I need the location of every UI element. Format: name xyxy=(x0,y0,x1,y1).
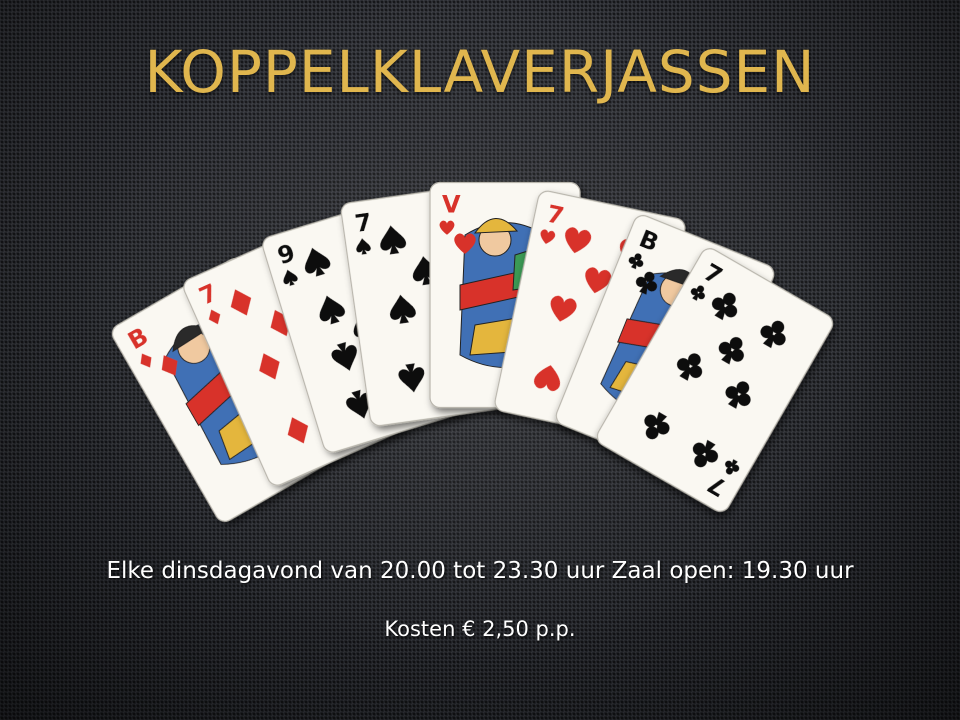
card-rank-corner: V xyxy=(442,191,461,219)
schedule-text: Elke dinsdagavond van 20.00 tot 23.30 uu… xyxy=(106,558,854,584)
cost-text: Kosten € 2,50 p.p. xyxy=(384,617,576,641)
playing-card-fan: BB779977VV77BB77 xyxy=(111,181,834,522)
slide-title: KOPPELKLAVERJASSEN xyxy=(144,38,816,106)
card-fan-group: BB779977VV77BB77 xyxy=(111,181,834,522)
